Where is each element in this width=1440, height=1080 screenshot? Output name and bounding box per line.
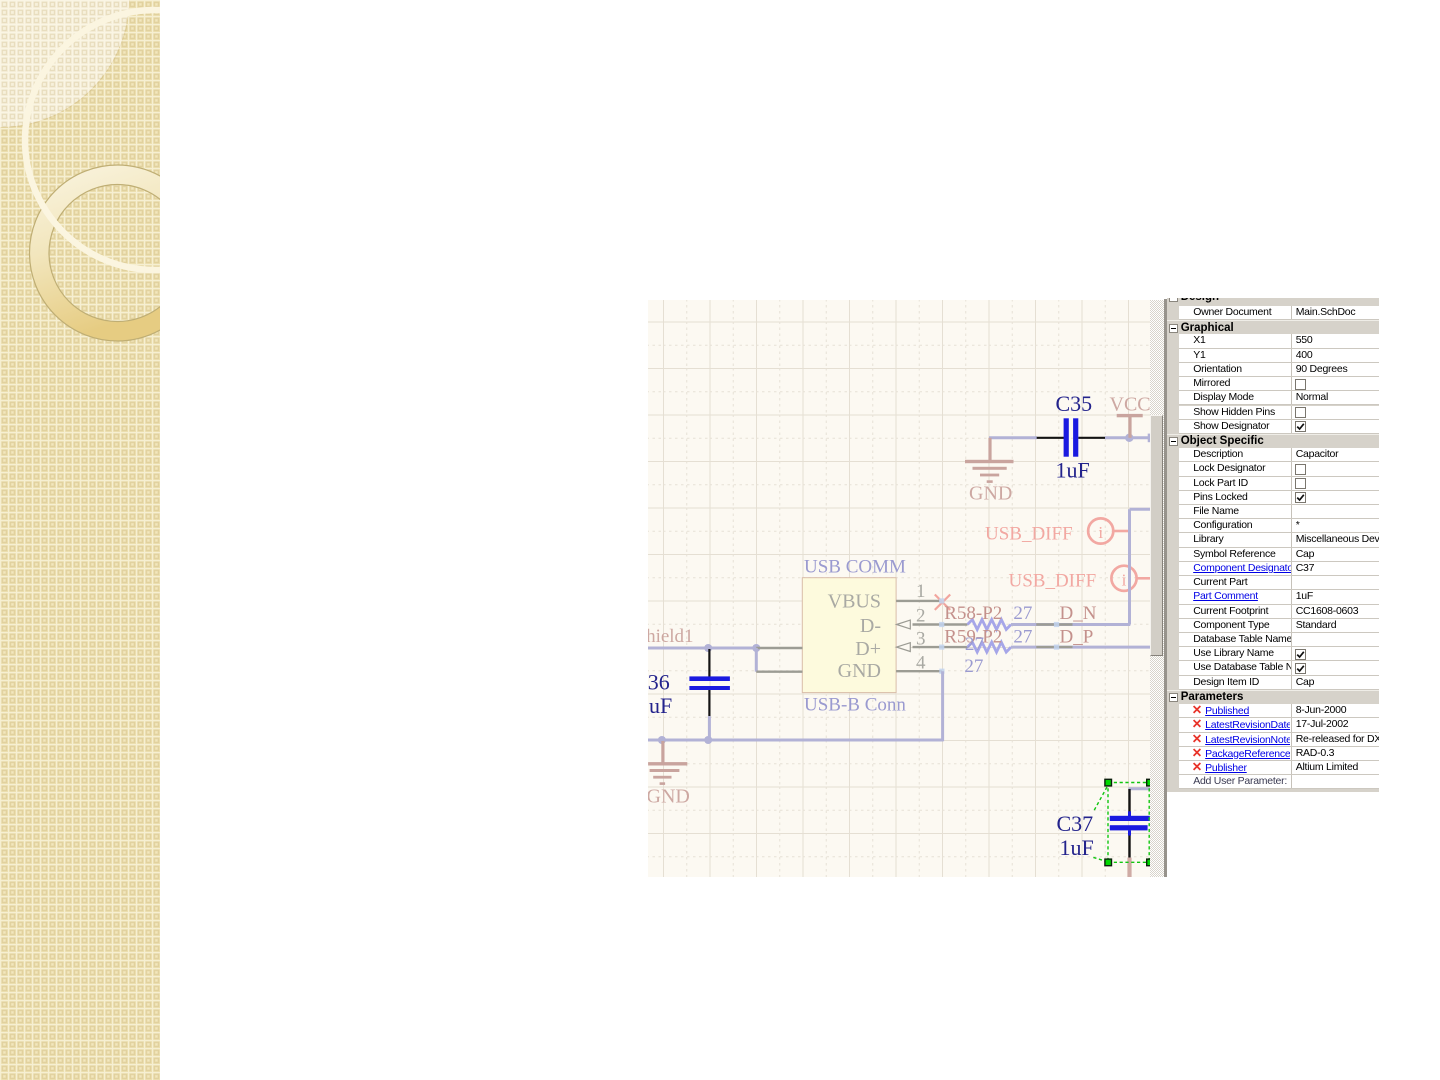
svg-text:USB_DIFF: USB_DIFF xyxy=(985,524,1073,545)
svg-text:1uF: 1uF xyxy=(648,693,672,718)
svg-text:Shield1: Shield1 xyxy=(648,626,694,647)
svg-text:D-: D- xyxy=(860,615,881,637)
svg-text:1uF: 1uF xyxy=(1056,458,1090,483)
svg-text:27: 27 xyxy=(965,634,984,655)
svg-text:USB_DIFF: USB_DIFF xyxy=(1009,571,1097,592)
svg-text:27: 27 xyxy=(964,656,983,677)
svg-text:D+: D+ xyxy=(855,638,881,660)
svg-text:VBUS: VBUS xyxy=(828,591,881,613)
svg-text:USB COMM: USB COMM xyxy=(804,557,906,578)
svg-text:D_N: D_N xyxy=(1060,603,1097,624)
svg-text:C37: C37 xyxy=(1057,811,1094,836)
svg-text:GND: GND xyxy=(838,660,881,682)
svg-text:D_P: D_P xyxy=(1060,626,1094,647)
svg-text:GND: GND xyxy=(969,483,1012,505)
svg-text:VCC: VCC xyxy=(1110,394,1151,416)
svg-text:GND: GND xyxy=(648,786,690,808)
svg-text:R58-P2: R58-P2 xyxy=(944,603,1002,624)
svg-text:C36: C36 xyxy=(648,669,670,694)
svg-text:i: i xyxy=(1122,570,1127,589)
svg-text:USB-B Conn: USB-B Conn xyxy=(804,695,906,716)
svg-text:27: 27 xyxy=(1013,626,1032,647)
svg-text:1: 1 xyxy=(916,581,926,602)
svg-text:1uF: 1uF xyxy=(1060,835,1094,860)
svg-text:i: i xyxy=(1098,523,1103,542)
svg-text:27: 27 xyxy=(1013,603,1032,624)
svg-text:C35: C35 xyxy=(1056,391,1093,416)
